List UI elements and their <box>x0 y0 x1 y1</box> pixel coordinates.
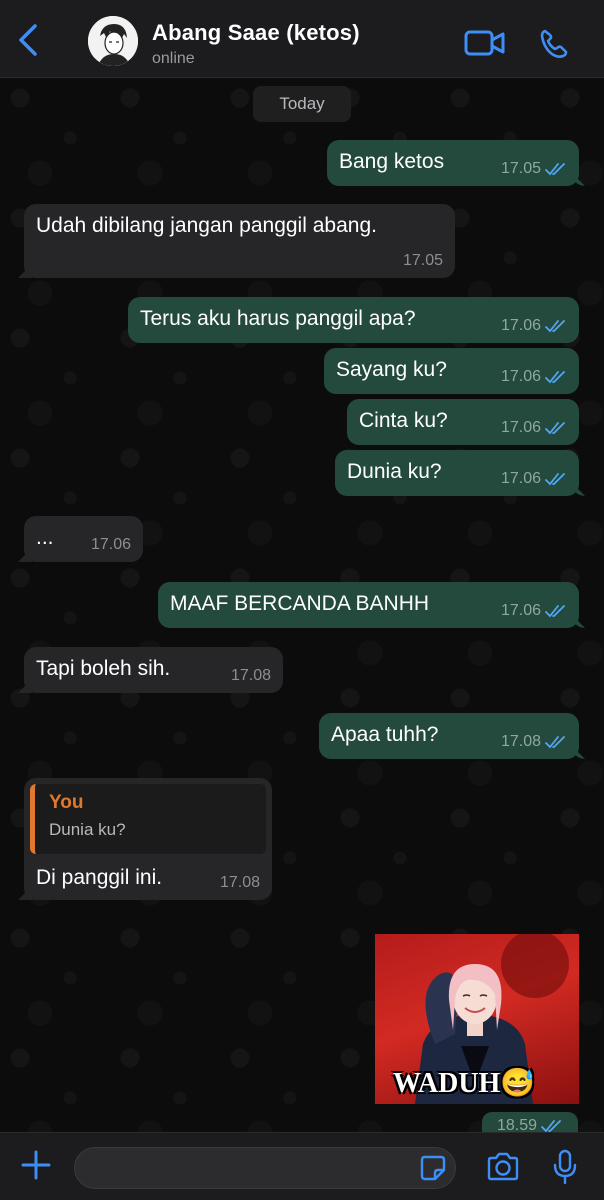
message-text: Cinta ku? <box>359 409 448 432</box>
message-time: 17.06 <box>90 536 131 553</box>
message-bubble[interactable]: Apaa tuhh? 17.08 <box>319 713 579 759</box>
message-text: MAAF BERCANDA BANHH <box>170 592 430 615</box>
mic-icon[interactable] <box>552 1149 578 1185</box>
composer-bar <box>0 1132 604 1200</box>
double-check-icon <box>541 1120 561 1133</box>
message-bubble[interactable]: Bang ketos 17.05 <box>327 140 579 186</box>
avatar[interactable] <box>88 16 138 66</box>
message-text: Bang ketos <box>339 150 445 173</box>
message-time: 17.06 <box>500 602 541 619</box>
message-bubble[interactable]: Tapi boleh sih. 17.08 <box>24 647 283 693</box>
message-text: Apaa tuhh? <box>331 723 439 746</box>
message-time: 17.05 <box>402 252 443 269</box>
message-bubble[interactable]: MAAF BERCANDA BANHH 17.06 <box>158 582 579 628</box>
message-bubble[interactable]: Cinta ku? 17.06 <box>347 399 579 445</box>
message-time: 17.08 <box>500 733 541 750</box>
message-meta: 17.06 <box>501 317 567 335</box>
message-meta: 17.08 <box>231 667 271 685</box>
double-check-icon <box>545 422 565 435</box>
message-time: 17.06 <box>500 470 541 487</box>
message-text: ... <box>36 526 54 549</box>
message-time: 17.06 <box>500 368 541 385</box>
message-text: Tapi boleh sih. <box>36 657 171 680</box>
message-text: Sayang ku? <box>336 358 447 381</box>
message-time: 17.06 <box>500 419 541 436</box>
camera-icon[interactable] <box>486 1151 520 1183</box>
reply-message-bubble[interactable]: You Dunia ku? Di panggil ini. 17.08 <box>24 778 272 900</box>
phone-icon[interactable] <box>538 28 570 60</box>
chat-header: Abang Saae (ketos) online <box>0 0 604 78</box>
date-separator: Today <box>253 86 351 122</box>
quote-author: You <box>49 792 84 813</box>
message-time: 17.06 <box>500 317 541 334</box>
double-check-icon <box>545 736 565 749</box>
message-meta: 17.08 <box>220 874 260 892</box>
double-check-icon <box>545 320 565 333</box>
message-meta: 17.06 <box>501 368 567 386</box>
message-meta: 17.06 <box>501 602 567 620</box>
message-input[interactable] <box>74 1147 456 1189</box>
message-bubble[interactable]: Sayang ku? 17.06 <box>324 348 579 394</box>
contact-name[interactable]: Abang Saae (ketos) <box>152 20 360 46</box>
message-meta: 17.06 <box>501 419 567 437</box>
message-bubble[interactable]: ... 17.06 <box>24 516 143 562</box>
sticker-image[interactable]: WADUH😅 <box>375 934 579 1104</box>
message-meta: 17.05 <box>501 160 567 178</box>
message-time: 17.08 <box>230 667 271 684</box>
message-time: 17.05 <box>500 160 541 177</box>
double-check-icon <box>545 163 565 176</box>
sticker-caption: WADUH😅 <box>393 1068 536 1099</box>
double-check-icon <box>545 605 565 618</box>
message-bubble[interactable]: Terus aku harus panggil apa? 17.06 <box>128 297 579 343</box>
message-time: 17.08 <box>219 874 260 891</box>
message-text: Terus aku harus panggil apa? <box>140 307 416 330</box>
message-text: Dunia ku? <box>347 460 442 483</box>
video-call-icon[interactable] <box>464 28 506 58</box>
contact-status: online <box>152 50 195 67</box>
message-bubble[interactable]: Udah dibilang jangan panggil abang. 17.0… <box>24 204 455 278</box>
message-meta: 17.08 <box>501 733 567 751</box>
sticker-icon[interactable] <box>420 1155 446 1181</box>
back-chevron-icon[interactable] <box>14 22 44 58</box>
message-bubble[interactable]: Dunia ku? 17.06 <box>335 450 579 496</box>
message-meta: 17.06 <box>91 536 131 554</box>
message-meta: 17.06 <box>501 470 567 488</box>
double-check-icon <box>545 473 565 486</box>
double-check-icon <box>545 371 565 384</box>
message-meta: 17.05 <box>403 252 443 270</box>
message-text: Udah dibilang jangan panggil abang. <box>36 214 377 237</box>
plus-icon[interactable] <box>20 1149 52 1181</box>
quoted-message[interactable]: You Dunia ku? <box>30 784 266 854</box>
quote-text: Dunia ku? <box>49 820 126 839</box>
message-text: Di panggil ini. <box>36 866 163 889</box>
